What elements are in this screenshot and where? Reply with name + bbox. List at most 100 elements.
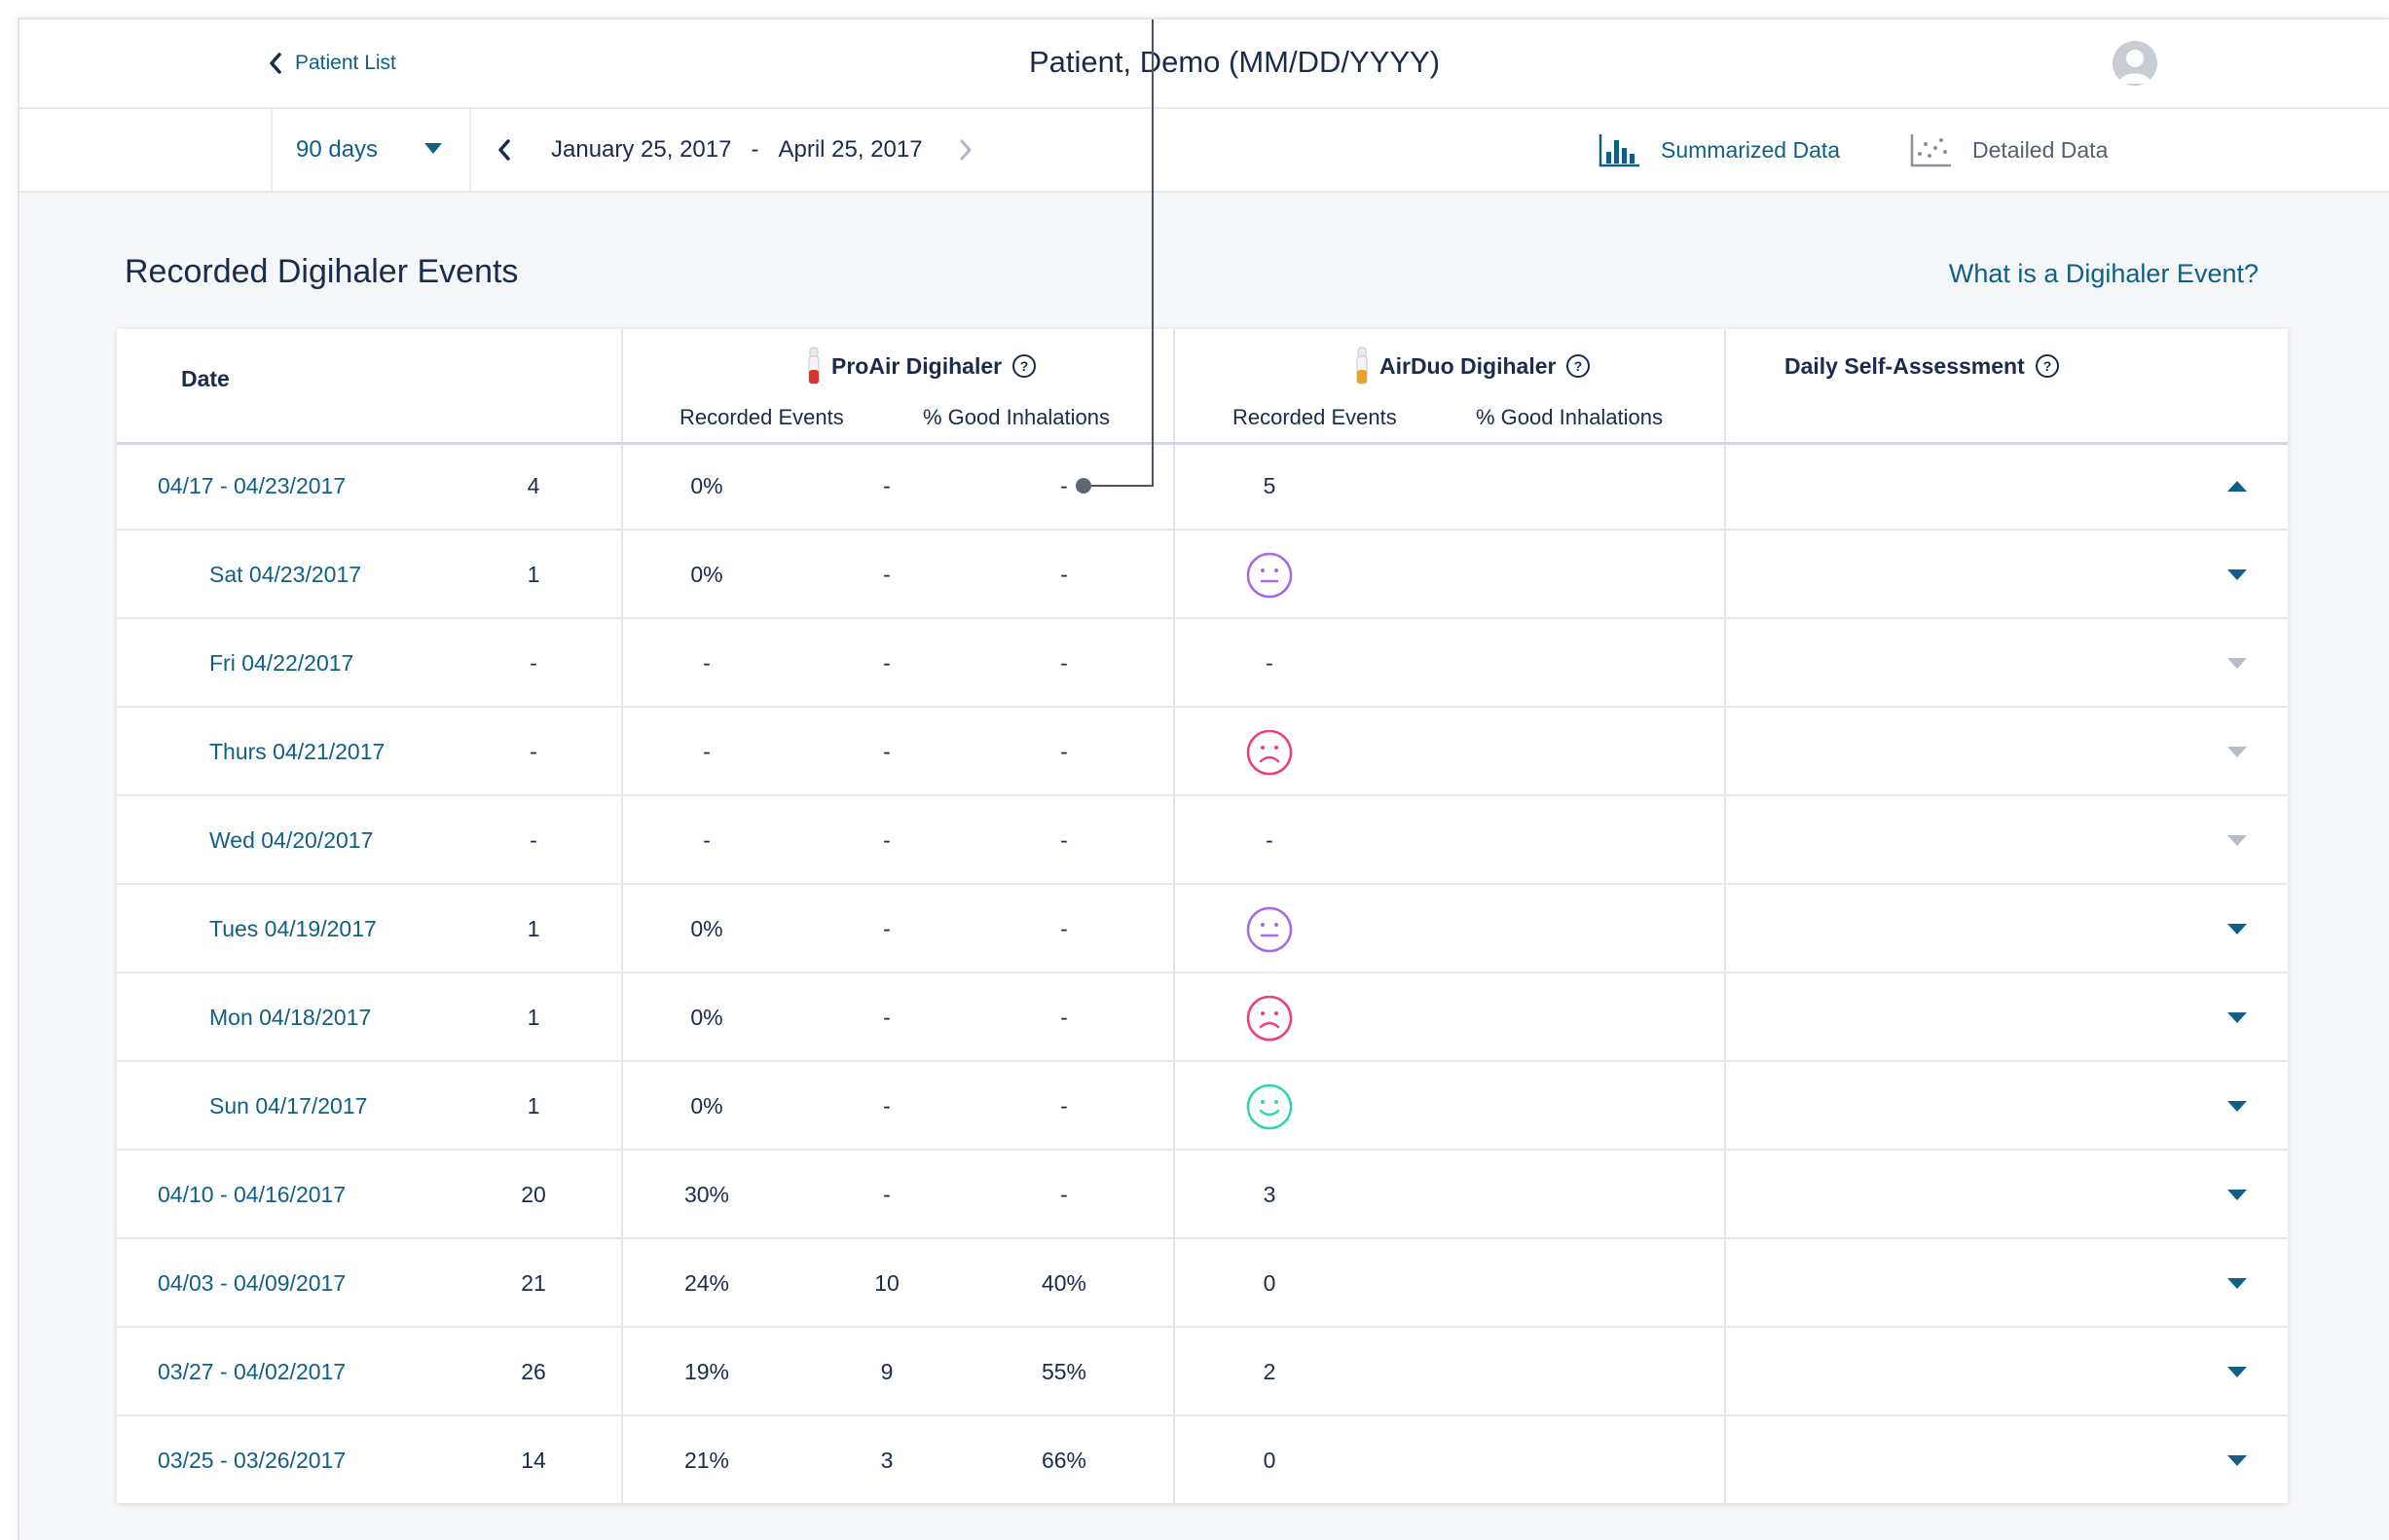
row-date[interactable]: 03/27 - 04/02/2017 (158, 1328, 346, 1416)
self-assessment-cell: - (1266, 827, 1273, 853)
row-date[interactable]: 04/17 - 04/23/2017 (158, 442, 346, 531)
week-row[interactable]: 03/25 - 03/26/2017 14 21% 3 66% 0 (117, 1416, 2288, 1505)
day-row[interactable]: Mon 04/18/2017 1 0% - - (117, 973, 2288, 1062)
date-column-header: Date (181, 366, 230, 391)
week-row[interactable]: 03/27 - 04/02/2017 26 19% 9 55% 2 (117, 1328, 2288, 1416)
expand-row-icon[interactable] (2223, 1416, 2252, 1505)
week-row[interactable]: 04/17 - 04/23/2017 4 0% - - 5 (117, 442, 2288, 531)
day-row[interactable]: Sat 04/23/2017 1 0% - - (117, 531, 2288, 619)
proair-good-inhalations-cell: - (703, 739, 711, 764)
self-assessment-cell: 3 (1263, 1182, 1276, 1207)
row-date[interactable]: 04/10 - 04/16/2017 (158, 1151, 346, 1239)
proair-recorded-events-cell: 1 (527, 1093, 540, 1118)
proair-title: ProAir Digihaler (831, 352, 1003, 379)
proair-recorded-events-cell: 20 (521, 1182, 546, 1207)
row-date[interactable]: Thurs 04/21/2017 (209, 708, 385, 796)
svg-text:?: ? (1020, 358, 1029, 374)
expand-row-icon[interactable] (2223, 619, 2252, 708)
digihaler-event-help-link[interactable]: What is a Digihaler Event? (1949, 259, 2259, 289)
user-avatar-icon[interactable] (2113, 41, 2157, 86)
day-row[interactable]: Wed 04/20/2017 - - - - - (117, 796, 2288, 885)
expand-row-icon[interactable] (2223, 1062, 2252, 1151)
events-table: Date ProAir Digihaler ? Recorded Events … (117, 329, 2288, 1503)
expand-row-icon[interactable] (2223, 973, 2252, 1062)
row-date[interactable]: Mon 04/18/2017 (209, 973, 371, 1062)
proair-recorded-events-cell: 26 (521, 1359, 546, 1384)
proair-recorded-events-cell: - (530, 650, 537, 676)
airduo-recorded-events-cell: - (883, 827, 891, 853)
expand-row-icon[interactable] (2223, 1328, 2252, 1416)
airduo-good-inhalations-cell: - (1060, 473, 1068, 498)
help-circle-icon[interactable]: ? (1565, 353, 1591, 379)
triangle-down-icon (2227, 569, 2247, 580)
proair-good-inhalations-cell: 0% (690, 1005, 723, 1030)
row-date[interactable]: Sat 04/23/2017 (209, 531, 361, 619)
proair-good-inhalations-cell: - (703, 650, 711, 676)
proair-good-inhalations-cell: - (703, 827, 711, 853)
proair-inhaler-icon (808, 347, 820, 385)
detailed-data-label: Detailed Data (1972, 136, 2109, 163)
expand-row-icon[interactable] (2223, 796, 2252, 885)
airduo-good-inhalations-cell: - (1060, 1093, 1068, 1118)
help-circle-icon[interactable]: ? (2035, 353, 2060, 379)
row-date[interactable]: Wed 04/20/2017 (209, 796, 373, 885)
airduo-recorded-events-cell: 9 (880, 1359, 894, 1384)
proair-recorded-events-cell: 14 (521, 1448, 546, 1473)
airduo-good-inhalations-cell: 66% (1041, 1448, 1087, 1473)
day-row[interactable]: Fri 04/22/2017 - - - - - (117, 619, 2288, 708)
triangle-down-icon (2227, 1012, 2247, 1023)
airduo-recorded-events-cell: - (883, 650, 891, 676)
neutral-face-icon (1245, 885, 1294, 973)
row-date[interactable]: Sun 04/17/2017 (209, 1062, 367, 1151)
row-date[interactable]: 03/25 - 03/26/2017 (158, 1416, 346, 1505)
neutral-face-icon (1245, 531, 1294, 619)
airduo-good-inhalations-cell: - (1060, 739, 1068, 764)
previous-period-icon[interactable] (496, 136, 518, 164)
next-period-icon[interactable] (958, 136, 979, 164)
airduo-recorded-events-cell: - (883, 916, 891, 941)
proair-recorded-events-cell: 4 (527, 473, 540, 498)
airduo-recorded-events-cell: - (883, 1005, 891, 1030)
proair-good-inhalations-cell: 30% (683, 1182, 730, 1207)
summarized-data-button[interactable]: Summarized Data (1599, 128, 1840, 171)
collapse-row-icon[interactable] (2223, 442, 2252, 531)
bar-chart-icon (1599, 134, 1639, 167)
detailed-data-button[interactable]: Detailed Data (1910, 128, 2108, 171)
expand-row-icon[interactable] (2223, 1239, 2252, 1328)
airduo-recorded-events-cell: - (883, 1093, 891, 1118)
airduo-good-inhalations-header: % Good Inhalations (1476, 405, 1664, 429)
annotation-dot (1076, 478, 1091, 494)
expand-row-icon[interactable] (2223, 708, 2252, 796)
day-row[interactable]: Sun 04/17/2017 1 0% - - (117, 1062, 2288, 1151)
airduo-good-inhalations-cell: - (1060, 1005, 1068, 1030)
help-circle-icon[interactable]: ? (1011, 353, 1037, 379)
airduo-good-inhalations-cell: 40% (1041, 1270, 1087, 1296)
self-assessment-header: Daily Self-Assessment ? (1784, 347, 2060, 385)
triangle-down-icon (2227, 658, 2247, 669)
week-row[interactable]: 04/10 - 04/16/2017 20 30% - - 3 (117, 1151, 2288, 1239)
proair-header: ProAir Digihaler ? (806, 347, 1037, 385)
self-assessment-cell: 5 (1263, 473, 1276, 498)
day-row[interactable]: Tues 04/19/2017 1 0% - - (117, 885, 2288, 973)
annotation-connector (1152, 19, 1154, 487)
row-date[interactable]: 04/03 - 04/09/2017 (158, 1239, 346, 1328)
expand-row-icon[interactable] (2223, 531, 2252, 619)
airduo-good-inhalations-cell: - (1060, 916, 1068, 941)
expand-row-icon[interactable] (2223, 885, 2252, 973)
day-row[interactable]: Thurs 04/21/2017 - - - - (117, 708, 2288, 796)
triangle-down-icon (2227, 1367, 2247, 1377)
triangle-down-icon (2227, 1101, 2247, 1112)
row-date[interactable]: Tues 04/19/2017 (209, 885, 377, 973)
expand-row-icon[interactable] (2223, 1151, 2252, 1239)
date-range-nav: January 25, 2017 - April 25, 2017 (496, 109, 979, 191)
date-toolbar: 90 days January 25, 2017 - April 25, 201… (19, 109, 2389, 193)
row-date[interactable]: Fri 04/22/2017 (209, 619, 353, 708)
top-header: Patient List Patient, Demo (MM/DD/YYYY) (19, 19, 2389, 109)
sad-face-icon (1245, 708, 1294, 796)
week-row[interactable]: 04/03 - 04/09/2017 21 24% 10 40% 0 (117, 1239, 2288, 1328)
airduo-recorded-events-cell: 10 (874, 1270, 900, 1296)
range-dropdown[interactable]: 90 days (271, 109, 471, 191)
start-date: January 25, 2017 (551, 136, 732, 163)
date-separator: - (751, 136, 759, 163)
proair-recorded-events-cell: - (530, 739, 537, 764)
